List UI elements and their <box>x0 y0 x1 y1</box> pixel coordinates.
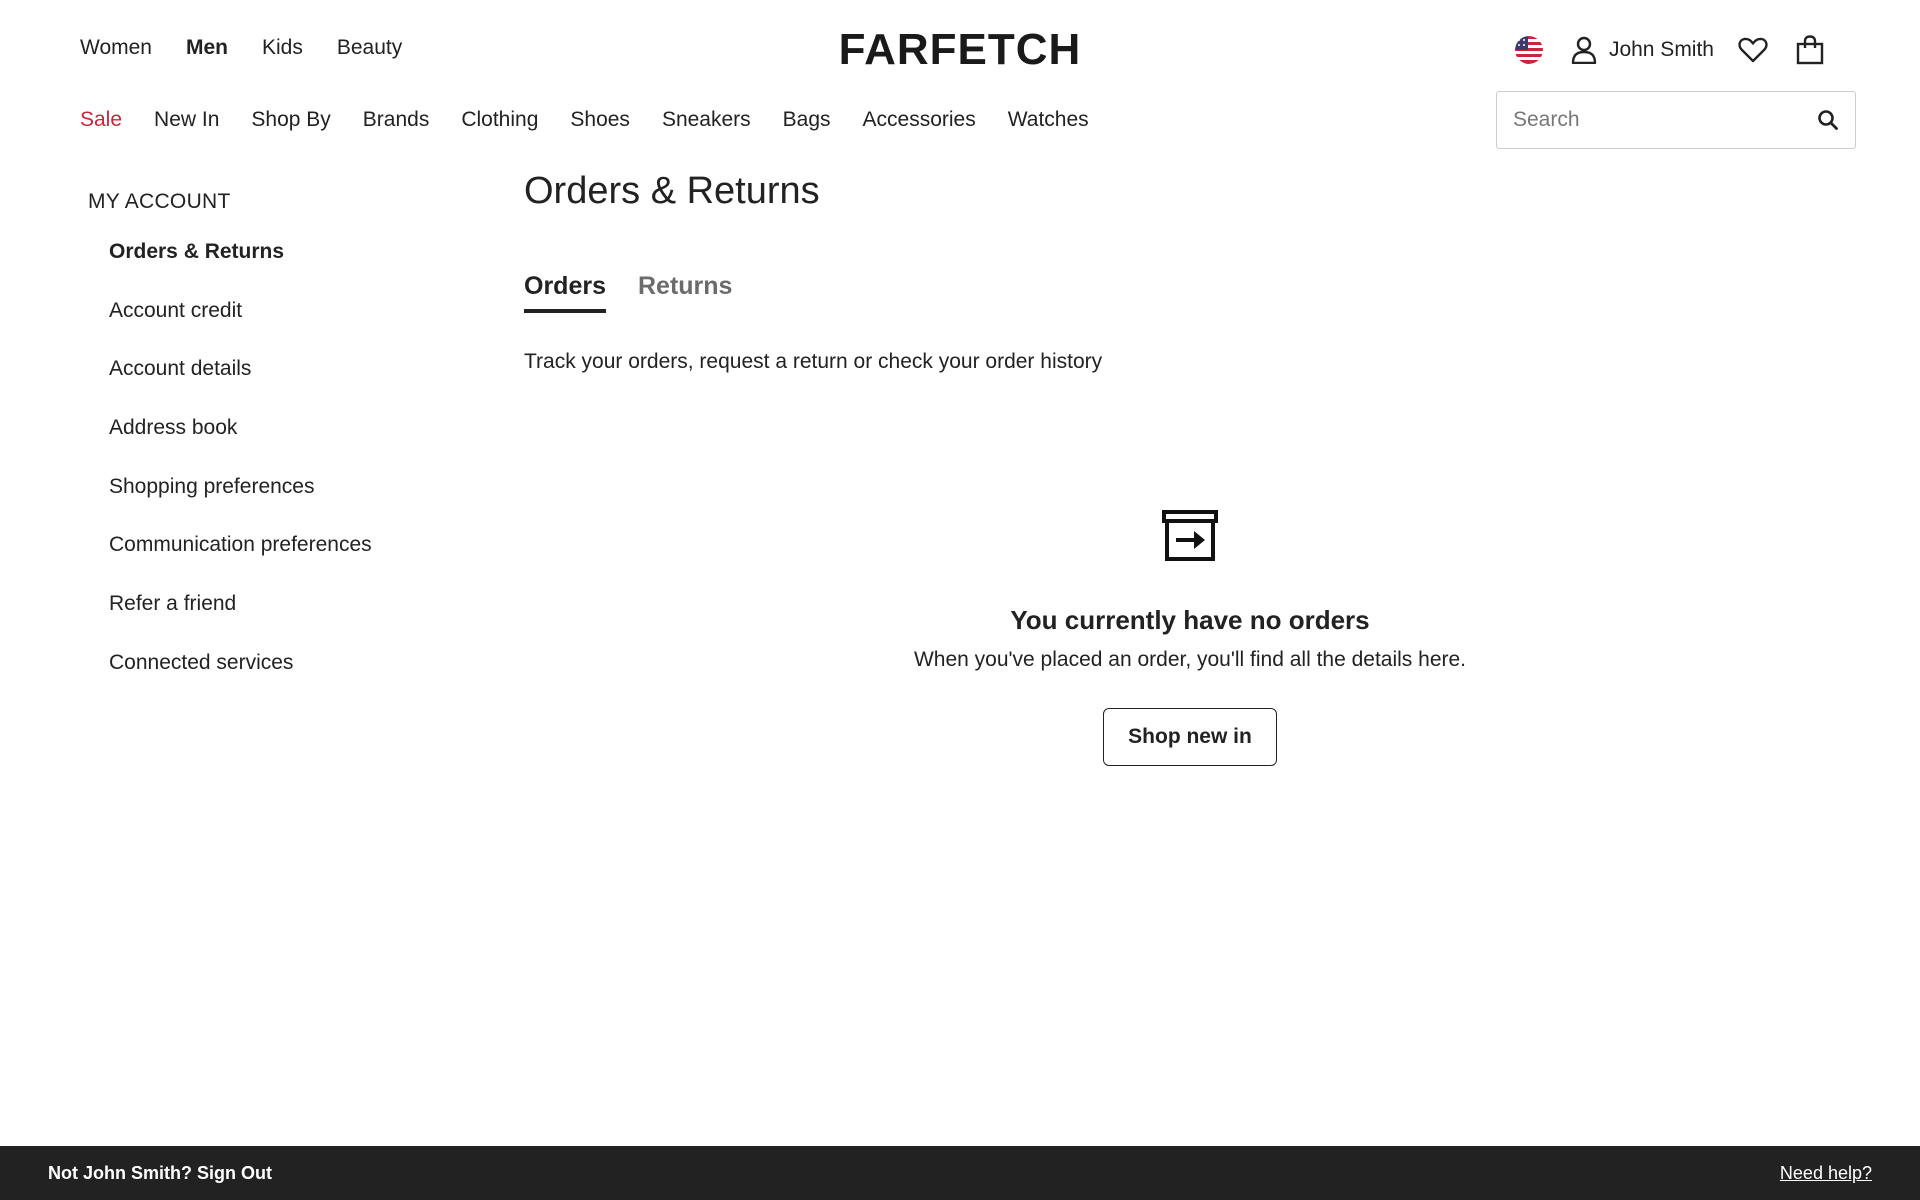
dept-kids[interactable]: Kids <box>262 36 303 60</box>
dept-women[interactable]: Women <box>80 36 152 60</box>
archive-box-icon <box>1162 510 1218 561</box>
search-icon[interactable] <box>1817 109 1839 131</box>
cat-clothing[interactable]: Clothing <box>461 108 538 132</box>
sidebar-item-communication-preferences[interactable]: Communication preferences <box>109 531 429 590</box>
tab-orders[interactable]: Orders <box>524 272 606 313</box>
sidebar-item-account-details[interactable]: Account details <box>109 355 429 414</box>
sign-out-link[interactable]: Not John Smith? Sign Out <box>48 1163 272 1184</box>
cat-watches[interactable]: Watches <box>1008 108 1089 132</box>
dept-beauty[interactable]: Beauty <box>337 36 402 60</box>
account-link[interactable]: John Smith <box>1571 36 1714 64</box>
cat-sneakers[interactable]: Sneakers <box>662 108 751 132</box>
sidebar-item-refer-a-friend[interactable]: Refer a friend <box>109 590 429 649</box>
sidebar-item-connected-services[interactable]: Connected services <box>109 649 429 708</box>
category-nav: Sale New In Shop By Brands Clothing Shoe… <box>80 108 1089 132</box>
header-actions: John Smith <box>1514 28 1824 72</box>
shopping-bag-icon[interactable] <box>1796 35 1824 65</box>
need-help-link[interactable]: Need help? <box>1780 1163 1872 1184</box>
sidebar-item-shopping-preferences[interactable]: Shopping preferences <box>109 473 429 532</box>
sidebar-item-orders-returns[interactable]: Orders & Returns <box>109 238 429 297</box>
session-bar: Not John Smith? Sign Out Need help? <box>0 1146 1920 1200</box>
cat-accessories[interactable]: Accessories <box>863 108 976 132</box>
cat-shoes[interactable]: Shoes <box>570 108 630 132</box>
empty-state-title: You currently have no orders <box>1010 605 1370 635</box>
sidebar-item-account-credit[interactable]: Account credit <box>109 297 429 356</box>
account-sidebar: Orders & Returns Account credit Account … <box>109 238 429 708</box>
user-name: John Smith <box>1608 38 1714 61</box>
intro-text: Track your orders, request a return or c… <box>524 350 1103 373</box>
cat-brands[interactable]: Brands <box>363 108 430 132</box>
user-icon <box>1571 36 1597 64</box>
sidebar-heading: MY ACCOUNT <box>88 190 231 213</box>
orders-tabs: Orders Returns <box>524 272 732 313</box>
shop-new-in-button[interactable]: Shop new in <box>1103 708 1277 766</box>
heart-icon[interactable] <box>1738 36 1768 64</box>
cat-shop-by[interactable]: Shop By <box>251 108 330 132</box>
search-box <box>1496 91 1856 149</box>
dept-men[interactable]: Men <box>186 36 228 60</box>
page-title: Orders & Returns <box>524 170 820 212</box>
farfetch-logo[interactable]: FARFETCH <box>824 28 1096 72</box>
empty-state-subtitle: When you've placed an order, you'll find… <box>913 648 1467 671</box>
sidebar-item-address-book[interactable]: Address book <box>109 414 429 473</box>
search-input[interactable] <box>1513 108 1817 132</box>
cat-bags[interactable]: Bags <box>783 108 831 132</box>
department-nav: Women Men Kids Beauty <box>80 36 402 60</box>
cat-new-in[interactable]: New In <box>154 108 219 132</box>
cat-sale[interactable]: Sale <box>80 108 122 132</box>
tab-returns[interactable]: Returns <box>638 272 732 313</box>
empty-state: You currently have no orders When you've… <box>524 510 1856 766</box>
us-flag-icon[interactable] <box>1514 36 1543 64</box>
